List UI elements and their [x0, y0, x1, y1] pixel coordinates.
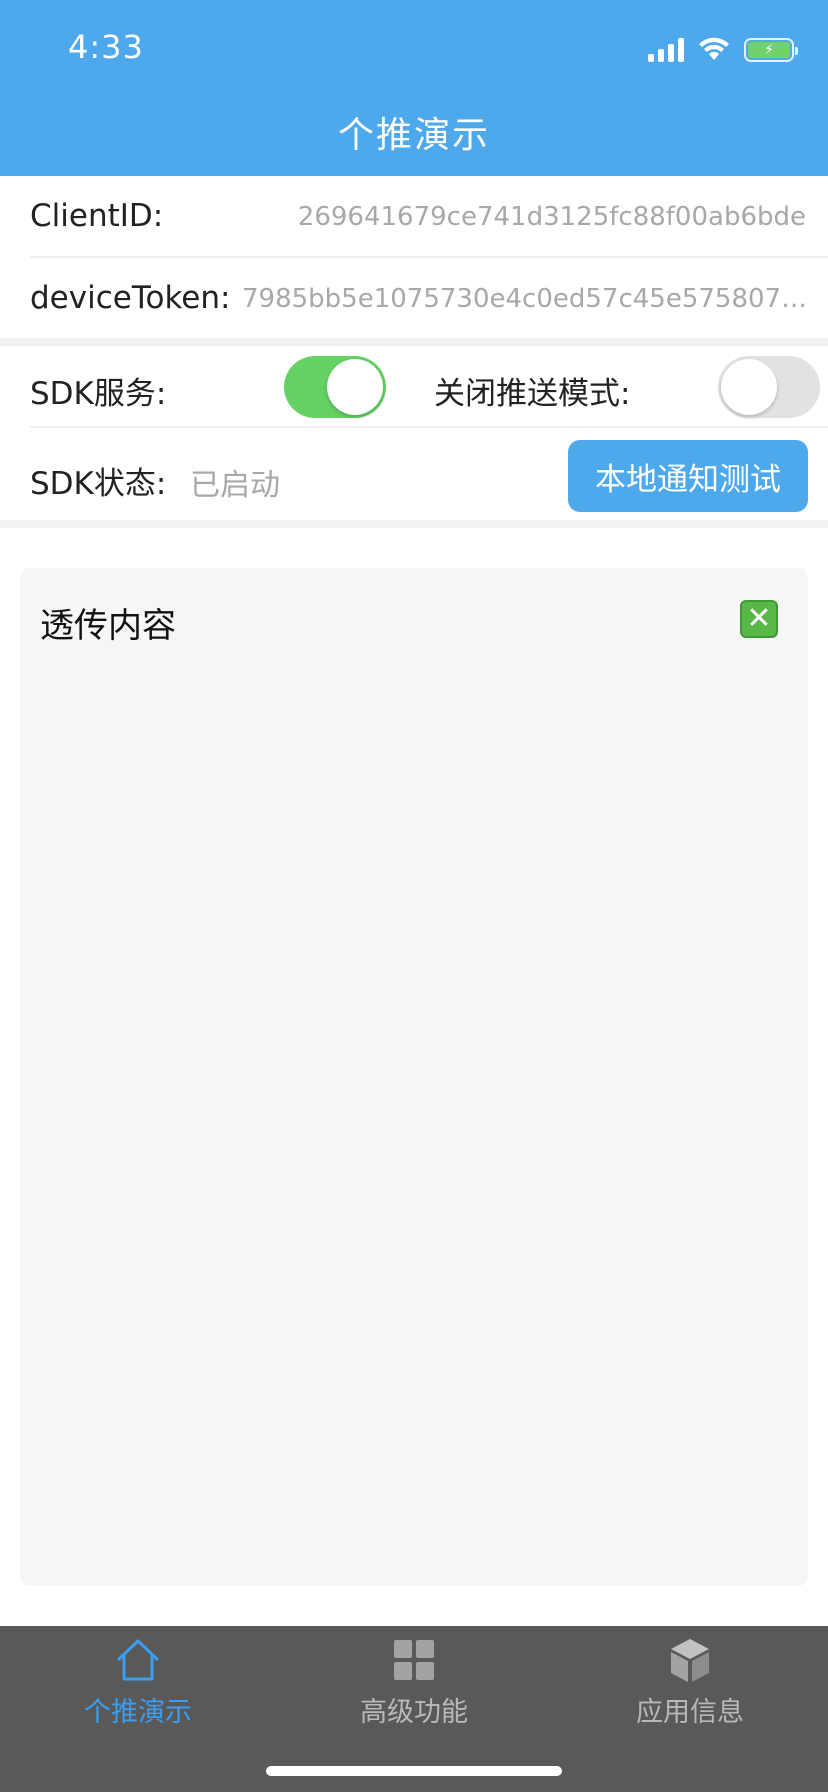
cube-icon [671, 1639, 709, 1682]
push-off-mode-label: 关闭推送模式: [434, 376, 631, 412]
local-notification-test-button[interactable]: 本地通知测试 [568, 440, 808, 512]
app-header: 4:33 ⚡ 个推演示 [0, 0, 828, 176]
sdk-service-toggle[interactable] [284, 356, 386, 418]
sdk-service-label: SDK服务: [30, 376, 167, 412]
page-title: 个推演示 [337, 115, 490, 156]
tab-getui-demo[interactable]: 个推演示 [0, 1626, 276, 1746]
wifi-icon [699, 37, 729, 60]
client-id-label: ClientID: [30, 198, 164, 234]
status-time: 4:33 [68, 28, 144, 66]
tab-label: 个推演示 [84, 1697, 192, 1728]
device-token-row: deviceToken: 7985bb5e1075730e4c0ed57c45e… [0, 258, 828, 338]
device-token-label: deviceToken: [30, 280, 231, 316]
passthrough-panel: 透传内容 ✕ [20, 568, 808, 1586]
tab-label: 高级功能 [360, 1697, 468, 1728]
tab-advanced[interactable]: 高级功能 [276, 1626, 552, 1746]
tab-app-info[interactable]: 应用信息 [552, 1626, 828, 1746]
battery-icon: ⚡ [744, 38, 798, 62]
cellular-signal-icon [648, 38, 684, 62]
section-divider [0, 520, 828, 528]
toggle-knob [327, 359, 383, 415]
sdk-status-value: 已启动 [190, 468, 280, 503]
tab-label: 应用信息 [636, 1697, 744, 1728]
device-token-value: 7985bb5e1075730e4c0ed57c45e57580734d… [242, 284, 812, 314]
grid-icon [394, 1640, 434, 1680]
close-x-icon[interactable]: ✕ [740, 600, 778, 638]
client-id-row: ClientID: 269641679ce741d3125fc88f00ab6b… [0, 176, 828, 256]
sdk-status-label: SDK状态: [30, 466, 167, 502]
status-icons: ⚡ [648, 36, 798, 62]
toggle-knob [721, 359, 777, 415]
home-indicator[interactable] [266, 1766, 562, 1776]
push-off-mode-toggle[interactable] [718, 356, 820, 418]
home-icon [116, 1639, 160, 1681]
sdk-service-row: SDK服务: 关闭推送模式: [0, 346, 828, 426]
passthrough-title: 透传内容 [40, 606, 176, 646]
client-id-value: 269641679ce741d3125fc88f00ab6bde [297, 202, 806, 232]
section-divider [0, 338, 828, 346]
